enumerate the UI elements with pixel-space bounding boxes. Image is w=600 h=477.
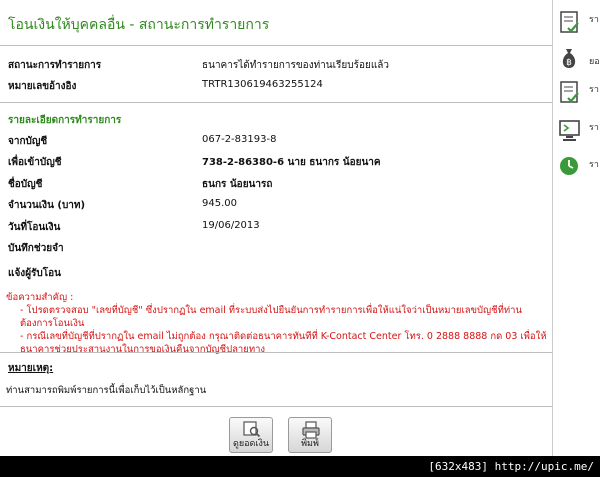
- sidebar-item-5[interactable]: รา: [559, 155, 600, 183]
- memo-label: บันทึกช่วยจำ: [8, 243, 64, 254]
- to-account-value: 738-2-86380-6 นาย ธนากร น้อยนาค: [202, 157, 381, 168]
- monitor-icon: [559, 120, 580, 141]
- title-divider: [0, 45, 552, 46]
- status-row: สถานะการทำรายการ ธนาคารได้ทำรายการของท่า…: [8, 58, 552, 76]
- sidebar-item-1-label: รา: [589, 15, 599, 25]
- amount-label: จำนวนเงิน (บาท): [8, 200, 86, 211]
- view-balance-label: ดูยอดเงิน: [233, 439, 269, 449]
- view-balance-button[interactable]: ดูยอดเงิน: [229, 417, 273, 453]
- sidebar-item-4-label: รา: [589, 123, 599, 133]
- memo-row: บันทึกช่วยจำ: [8, 241, 552, 259]
- sidebar-item-3[interactable]: รา: [559, 80, 600, 108]
- account-name-row: ชื่อบัญชี ธนกร น้อยนารถ: [8, 177, 552, 195]
- reference-row: หมายเลขอ้างอิง TRTR130619463255124: [8, 79, 552, 97]
- remark-heading: หมายเหตุ:: [8, 363, 54, 374]
- notice-heading: ข้อความสำคัญ :: [6, 292, 74, 303]
- date-value: 19/06/2013: [202, 220, 260, 231]
- watermark: [632x483] http://upic.me/: [428, 460, 594, 473]
- notify-row: แจ้งผู้รับโอน: [8, 266, 552, 284]
- reference-label: หมายเลขอ้างอิง: [8, 81, 77, 92]
- notice-divider: [0, 352, 552, 353]
- notify-label: แจ้งผู้รับโอน: [8, 268, 61, 279]
- print-label: พิมพ์: [301, 439, 319, 449]
- print-button[interactable]: พิมพ์: [288, 417, 332, 453]
- account-name-label: ชื่อบัญชี: [8, 179, 43, 190]
- sidebar-item-2[interactable]: ฿ ยอ: [559, 46, 600, 74]
- page-title: โอนเงินให้บุคคลอื่น - สถานะการทำรายการ: [8, 17, 270, 33]
- right-sidebar: รา ฿ ยอ รา รา รา: [552, 0, 600, 456]
- remark-divider: [0, 406, 552, 407]
- notice-line-1: - โปรดตรวจสอบ "เลขที่บัญชี" ซึ่งปรากฏใน …: [20, 305, 522, 329]
- details-heading: รายละเอียดการทำรายการ: [8, 115, 122, 126]
- date-label: วันที่โอนเงิน: [8, 222, 61, 233]
- document-check-icon: [560, 81, 579, 103]
- document-check-icon: [560, 11, 579, 33]
- sidebar-item-2-label: ยอ: [589, 57, 600, 67]
- sidebar-item-5-label: รา: [589, 160, 599, 170]
- amount-value: 945.00: [202, 198, 237, 209]
- status-value: ธนาคารได้ทำรายการของท่านเรียบร้อยแล้ว: [202, 60, 390, 71]
- remark-text: ท่านสามารถพิมพ์รายการนี้เพื่อเก็บไว้เป็น…: [6, 385, 207, 396]
- important-notice: ข้อความสำคัญ : - โปรดตรวจสอบ "เลขที่บัญช…: [6, 291, 548, 356]
- status-label: สถานะการทำรายการ: [8, 60, 102, 71]
- money-bag-icon: ฿: [562, 49, 576, 68]
- amount-row: จำนวนเงิน (บาท) 945.00: [8, 198, 552, 216]
- sidebar-item-4[interactable]: รา: [559, 118, 600, 146]
- browser-frame: โอนเงินให้บุคคลอื่น - สถานะการทำรายการ ส…: [0, 0, 600, 456]
- reference-divider: [0, 102, 552, 103]
- reference-value: TRTR130619463255124: [202, 79, 323, 90]
- account-name-value: ธนกร น้อยนารถ: [202, 179, 273, 190]
- date-row: วันที่โอนเงิน 19/06/2013: [8, 220, 552, 238]
- svg-text:฿: ฿: [566, 58, 572, 68]
- to-account-label: เพื่อเข้าบัญชี: [8, 157, 62, 168]
- clock-icon: [560, 157, 578, 175]
- sidebar-item-1[interactable]: รา: [559, 10, 600, 38]
- from-account-label: จากบัญชี: [8, 136, 48, 147]
- sidebar-item-3-label: รา: [589, 85, 599, 95]
- from-account-row: จากบัญชี 067-2-83193-8: [8, 134, 552, 152]
- to-account-row: เพื่อเข้าบัญชี 738-2-86380-6 นาย ธนากร น…: [8, 155, 552, 173]
- from-account-value: 067-2-83193-8: [202, 134, 277, 145]
- main-content: โอนเงินให้บุคคลอื่น - สถานะการทำรายการ ส…: [0, 0, 552, 456]
